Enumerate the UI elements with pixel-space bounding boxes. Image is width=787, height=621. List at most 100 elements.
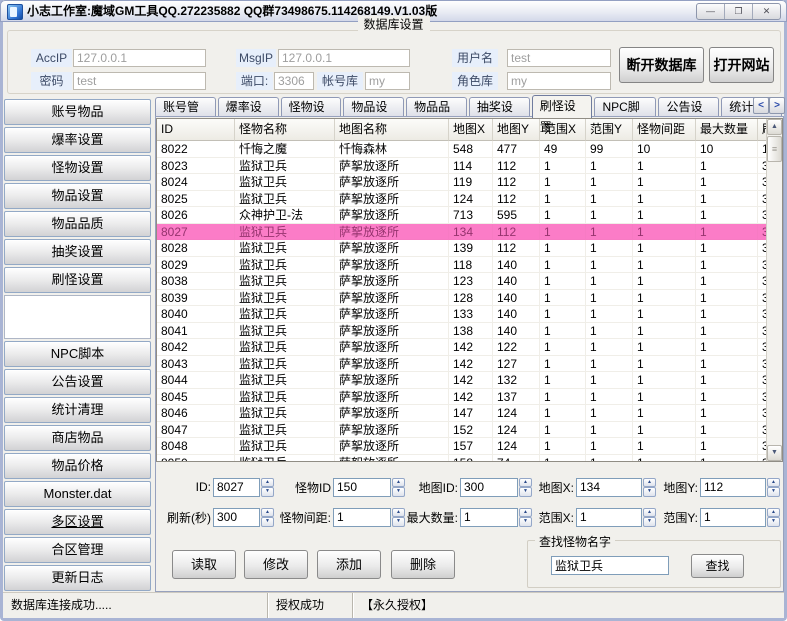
disconnect-db-button[interactable]: 断开数据库 — [619, 47, 704, 83]
table-row[interactable]: 8039监狱卫兵萨挐放逐所12814011113 — [157, 290, 782, 307]
spinner-down-icon[interactable]: ▼ — [261, 487, 274, 497]
tab-6[interactable]: 刷怪设置 — [532, 95, 593, 118]
table-row[interactable]: 8047监狱卫兵萨挐放逐所15212411113 — [157, 422, 782, 439]
form-field-input[interactable] — [213, 508, 260, 527]
column-header-0[interactable]: ID — [157, 119, 235, 141]
sidebar-item-13[interactable]: 多区设置 — [4, 509, 151, 535]
spinner-down-icon[interactable]: ▼ — [261, 517, 274, 527]
sidebar-item-6[interactable]: 刷怪设置 — [4, 267, 151, 293]
form-field-input[interactable] — [700, 478, 766, 497]
table-row[interactable]: 8023监狱卫兵萨挐放逐所11411211113 — [157, 158, 782, 175]
table-row[interactable]: 8046监狱卫兵萨挐放逐所14712411113 — [157, 405, 782, 422]
sidebar-item-4[interactable]: 物品品质 — [4, 211, 151, 237]
tab-scroll-right-button[interactable]: > — [769, 97, 785, 114]
table-row[interactable]: 8045监狱卫兵萨挐放逐所14213711113 — [157, 389, 782, 406]
port-field[interactable] — [274, 72, 314, 90]
tab-scroll-left-button[interactable]: < — [753, 97, 769, 114]
form-field-input[interactable] — [213, 478, 260, 497]
table-row[interactable]: 8044监狱卫兵萨挐放逐所14213211113 — [157, 372, 782, 389]
spinner-down-icon[interactable]: ▼ — [519, 487, 532, 497]
sidebar-item-9[interactable]: 统计清理 — [4, 397, 151, 423]
table-body[interactable]: 8022忏悔之魔忏悔森林5484774999101018023监狱卫兵萨挐放逐所… — [157, 141, 782, 462]
username-field[interactable] — [507, 49, 611, 67]
sidebar-item-1[interactable]: 爆率设置 — [4, 127, 151, 153]
sidebar-item-5[interactable]: 抽奖设置 — [4, 239, 151, 265]
column-header-7[interactable]: 怪物间距 — [633, 119, 696, 141]
tab-4[interactable]: 物品品质 — [406, 97, 467, 117]
search-button[interactable]: 查找 — [691, 554, 744, 578]
table-row[interactable]: 8022忏悔之魔忏悔森林548477499910101 — [157, 141, 782, 158]
tab-5[interactable]: 抽奖设置 — [469, 97, 530, 117]
password-field[interactable] — [73, 72, 206, 90]
spinner-up-icon[interactable]: ▲ — [643, 478, 656, 488]
spinner-up-icon[interactable]: ▲ — [519, 508, 532, 518]
table-row[interactable]: 8040监狱卫兵萨挐放逐所13314011113 — [157, 306, 782, 323]
sidebar-item-11[interactable]: 物品价格 — [4, 453, 151, 479]
column-header-3[interactable]: 地图X — [449, 119, 493, 141]
read-button[interactable]: 读取 — [172, 550, 236, 579]
table-row[interactable]: 8026众神护卫-法萨挐放逐所71359511113 — [157, 207, 782, 224]
maximize-icon[interactable]: ❐ — [725, 4, 753, 19]
form-field-input[interactable] — [333, 508, 391, 527]
tab-1[interactable]: 爆率设置 — [218, 97, 279, 117]
spinner-up-icon[interactable]: ▲ — [261, 508, 274, 518]
table-row[interactable]: 8043监狱卫兵萨挐放逐所14212711113 — [157, 356, 782, 373]
table-row[interactable]: 8027监狱卫兵萨挐放逐所13411211113 — [157, 224, 782, 241]
sidebar-item-3[interactable]: 物品设置 — [4, 183, 151, 209]
column-header-8[interactable]: 最大数量 — [696, 119, 758, 141]
table-row[interactable]: 8038监狱卫兵萨挐放逐所12314011113 — [157, 273, 782, 290]
form-field-input[interactable] — [576, 478, 642, 497]
accip-field[interactable] — [73, 49, 206, 67]
form-field-input[interactable] — [460, 508, 518, 527]
sidebar-item-10[interactable]: 商店物品 — [4, 425, 151, 451]
tab-2[interactable]: 怪物设置 — [281, 97, 342, 117]
delete-button[interactable]: 删除 — [391, 550, 455, 579]
form-field-input[interactable] — [576, 508, 642, 527]
sidebar-item-12[interactable]: Monster.dat — [4, 481, 151, 507]
spinner-up-icon[interactable]: ▲ — [767, 508, 780, 518]
scroll-up-icon[interactable]: ▲ — [767, 119, 782, 135]
close-icon[interactable]: ✕ — [753, 4, 780, 19]
table-row[interactable]: 8029监狱卫兵萨挐放逐所11814011113 — [157, 257, 782, 274]
table-vertical-scrollbar[interactable]: ▲ ≡ ▼ — [766, 119, 782, 461]
sidebar-item-15[interactable]: 更新日志 — [4, 565, 151, 591]
scrollbar-thumb[interactable]: ≡ — [767, 136, 782, 162]
table-row[interactable]: 8025监狱卫兵萨挐放逐所12411211113 — [157, 191, 782, 208]
form-field-input[interactable] — [460, 478, 518, 497]
column-header-2[interactable]: 地图名称 — [335, 119, 449, 141]
modify-button[interactable]: 修改 — [244, 550, 308, 579]
search-monster-input[interactable] — [551, 556, 669, 575]
account-db-field[interactable] — [365, 72, 410, 90]
open-website-button[interactable]: 打开网站 — [709, 47, 774, 83]
tab-7[interactable]: NPC脚本 — [594, 97, 656, 117]
scroll-down-icon[interactable]: ▼ — [767, 445, 782, 461]
role-db-field[interactable] — [507, 72, 611, 90]
table-row[interactable]: 8041监狱卫兵萨挐放逐所13814011113 — [157, 323, 782, 340]
sidebar-item-2[interactable]: 怪物设置 — [4, 155, 151, 181]
form-field-input[interactable] — [333, 478, 391, 497]
spinner-down-icon[interactable]: ▼ — [767, 517, 780, 527]
sidebar-item-0[interactable]: 账号物品 — [4, 99, 151, 125]
table-row[interactable]: 8050监狱卫兵萨挐放逐所1587411113 — [157, 455, 782, 463]
minimize-icon[interactable]: — — [697, 4, 725, 19]
sidebar-item-8[interactable]: 公告设置 — [4, 369, 151, 395]
monster-table[interactable]: ID怪物名称地图名称地图X地图Y范围X范围Y怪物间距最大数量刷 8022忏悔之魔… — [156, 118, 783, 462]
spinner-up-icon[interactable]: ▲ — [767, 478, 780, 488]
table-row[interactable]: 8042监狱卫兵萨挐放逐所14212211113 — [157, 339, 782, 356]
spinner-down-icon[interactable]: ▼ — [643, 517, 656, 527]
column-header-4[interactable]: 地图Y — [493, 119, 540, 141]
msgip-field[interactable] — [278, 49, 410, 67]
tab-8[interactable]: 公告设置 — [658, 97, 719, 117]
table-row[interactable]: 8024监狱卫兵萨挐放逐所11911211113 — [157, 174, 782, 191]
table-header[interactable]: ID怪物名称地图名称地图X地图Y范围X范围Y怪物间距最大数量刷 — [157, 119, 782, 141]
spinner-up-icon[interactable]: ▲ — [519, 478, 532, 488]
spinner-up-icon[interactable]: ▲ — [261, 478, 274, 488]
table-row[interactable]: 8028监狱卫兵萨挐放逐所13911211113 — [157, 240, 782, 257]
spinner-down-icon[interactable]: ▼ — [767, 487, 780, 497]
form-field-input[interactable] — [700, 508, 766, 527]
spinner-up-icon[interactable]: ▲ — [643, 508, 656, 518]
spinner-down-icon[interactable]: ▼ — [643, 487, 656, 497]
add-button[interactable]: 添加 — [317, 550, 381, 579]
sidebar-item-14[interactable]: 合区管理 — [4, 537, 151, 563]
tab-3[interactable]: 物品设置 — [343, 97, 404, 117]
